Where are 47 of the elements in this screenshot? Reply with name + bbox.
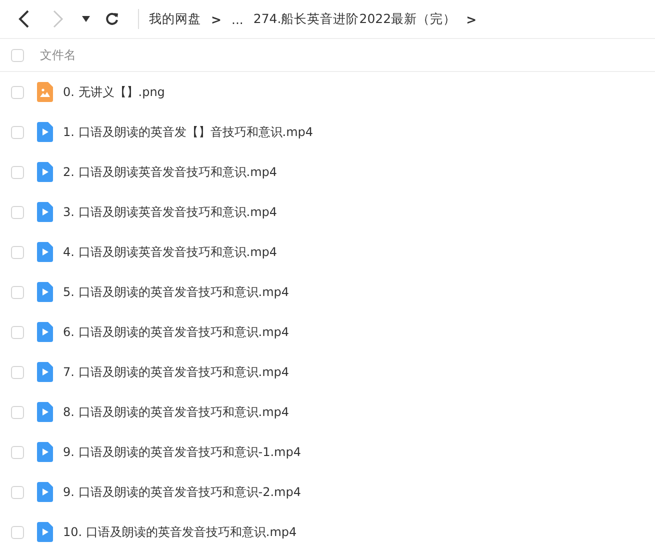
video-file-icon (37, 162, 53, 182)
row-checkbox[interactable] (11, 246, 24, 258)
caret-down-icon (82, 16, 90, 22)
file-name[interactable]: 0. 无讲义【】.png (63, 84, 165, 100)
row-checkbox[interactable] (11, 486, 24, 498)
column-header: 文件名 (40, 46, 76, 64)
chevron-left-icon (18, 10, 30, 28)
row-checkbox[interactable] (11, 286, 24, 298)
video-file-icon (37, 402, 53, 422)
file-name[interactable]: 1. 口语及朗读的英音发【】音技巧和意识.mp4 (63, 124, 314, 140)
file-name[interactable]: 6. 口语及朗读的英音发音技巧和意识.mp4 (63, 324, 290, 340)
breadcrumb-separator: > (466, 12, 477, 26)
breadcrumb-separator: > (211, 12, 222, 26)
file-name[interactable]: 3. 口语及朗读英音发音技巧和意识.mp4 (63, 204, 278, 220)
video-file-icon (37, 122, 53, 142)
video-file-icon (37, 362, 53, 382)
row-checkbox[interactable] (11, 366, 24, 378)
breadcrumb-link[interactable]: ... (231, 12, 244, 26)
file-name[interactable]: 2. 口语及朗读英音发音技巧和意识.mp4 (63, 164, 278, 180)
breadcrumb-link[interactable]: 274.船长英音进阶2022最新（完） (253, 10, 456, 28)
video-file-icon (37, 282, 53, 302)
video-file-icon (37, 522, 53, 542)
row-checkbox[interactable] (11, 446, 24, 458)
video-file-icon (37, 442, 53, 462)
file-name[interactable]: 7. 口语及朗读的英音发音技巧和意识.mp4 (63, 364, 290, 380)
row-checkbox[interactable] (11, 166, 24, 178)
row-checkbox[interactable] (11, 526, 24, 538)
video-file-icon (37, 322, 53, 342)
breadcrumb-link[interactable]: 我的网盘 (149, 10, 201, 28)
row-checkbox[interactable] (11, 206, 24, 218)
video-file-icon (37, 482, 53, 502)
select-all-checkbox[interactable] (11, 48, 24, 62)
file-name[interactable]: 9. 口语及朗读的英音发音技巧和意识-1.mp4 (63, 444, 301, 460)
file-name[interactable]: 5. 口语及朗读的英音发音技巧和意识.mp4 (63, 284, 290, 300)
refresh-icon (105, 12, 119, 26)
row-checkbox[interactable] (11, 86, 24, 98)
row-checkbox[interactable] (11, 126, 24, 138)
video-file-icon (37, 202, 53, 222)
row-checkbox[interactable] (11, 326, 24, 338)
file-name[interactable]: 10. 口语及朗读的英音发音技巧和意识.mp4 (63, 524, 297, 540)
chevron-right-icon (52, 10, 64, 28)
video-file-icon (37, 242, 53, 262)
file-name[interactable]: 4. 口语及朗读英音发音技巧和意识.mp4 (63, 244, 278, 260)
file-name[interactable]: 8. 口语及朗读的英音发音技巧和意识.mp4 (63, 404, 290, 420)
file-name[interactable]: 9. 口语及朗读的英音发音技巧和意识-2.mp4 (63, 484, 301, 500)
image-file-icon (37, 82, 53, 102)
row-checkbox[interactable] (11, 406, 24, 418)
